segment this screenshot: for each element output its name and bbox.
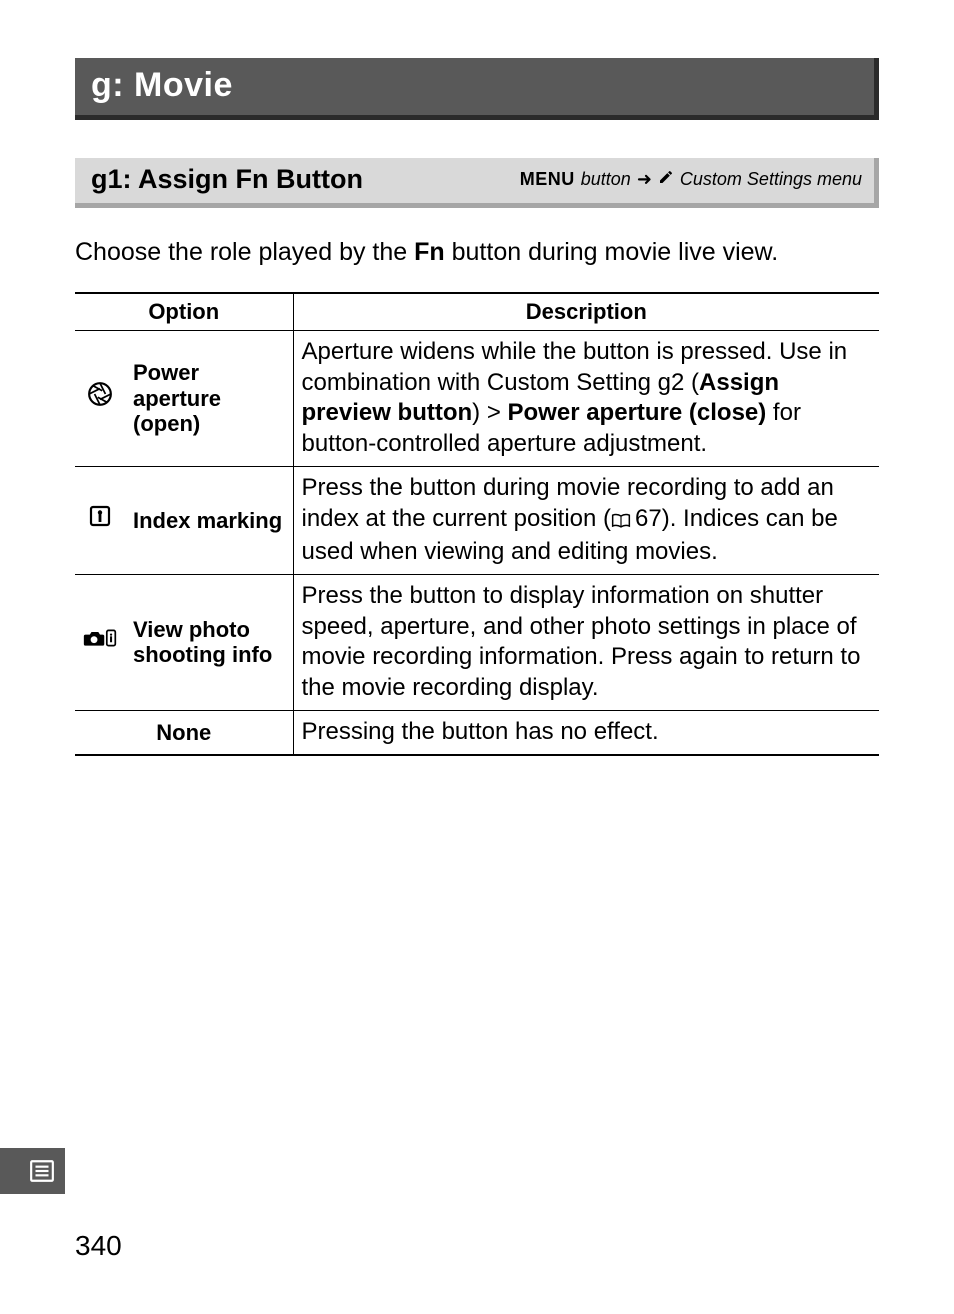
camera-info-icon — [75, 574, 125, 710]
option-description: Aperture widens while the button is pres… — [293, 330, 879, 466]
setting-header-bar: g1: Assign Fn Button MENU button ➜ Custo… — [75, 158, 879, 208]
option-label: View photo shooting info — [125, 574, 293, 710]
table-row: NonePressing the button has no effect. — [75, 710, 879, 754]
breadcrumb-button-word: button — [581, 169, 631, 190]
option-description: Press the button during movie recording … — [293, 466, 879, 574]
section-banner: g: Movie — [75, 58, 879, 120]
breadcrumb: MENU button ➜ Custom Settings menu — [520, 169, 862, 190]
col-header-option: Option — [75, 293, 293, 331]
breadcrumb-menu-label: MENU — [520, 169, 575, 190]
intro-post: button during movie live view. — [445, 238, 779, 266]
menu-list-icon — [29, 1158, 55, 1184]
col-header-description: Description — [293, 293, 879, 331]
option-label: None — [75, 710, 293, 754]
setting-title: g1: Assign Fn Button — [91, 164, 363, 195]
table-row: View photo shooting infoPress the button… — [75, 574, 879, 710]
intro-bold: Fn — [414, 238, 445, 266]
intro-pre: Choose the role played by the — [75, 238, 414, 266]
section-title: g: Movie — [91, 66, 233, 104]
option-description: Press the button to display information … — [293, 574, 879, 710]
page-number: 340 — [75, 1230, 122, 1262]
table-row: Index markingPress the button during mov… — [75, 466, 879, 574]
options-table: Option Description Power aperture (open)… — [75, 292, 879, 756]
breadcrumb-target: Custom Settings menu — [680, 169, 862, 190]
index-marking-icon — [75, 466, 125, 574]
option-description: Pressing the button has no effect. — [293, 710, 879, 754]
aperture-icon — [75, 330, 125, 466]
page-side-tab — [0, 1148, 65, 1194]
arrow-right-icon: ➜ — [637, 169, 652, 190]
option-label: Power aperture (open) — [125, 330, 293, 466]
table-row: Power aperture (open)Aperture widens whi… — [75, 330, 879, 466]
page-ref-icon — [611, 507, 631, 538]
intro-text: Choose the role played by the Fn button … — [75, 236, 879, 270]
pencil-icon — [658, 169, 674, 190]
option-label: Index marking — [125, 466, 293, 574]
